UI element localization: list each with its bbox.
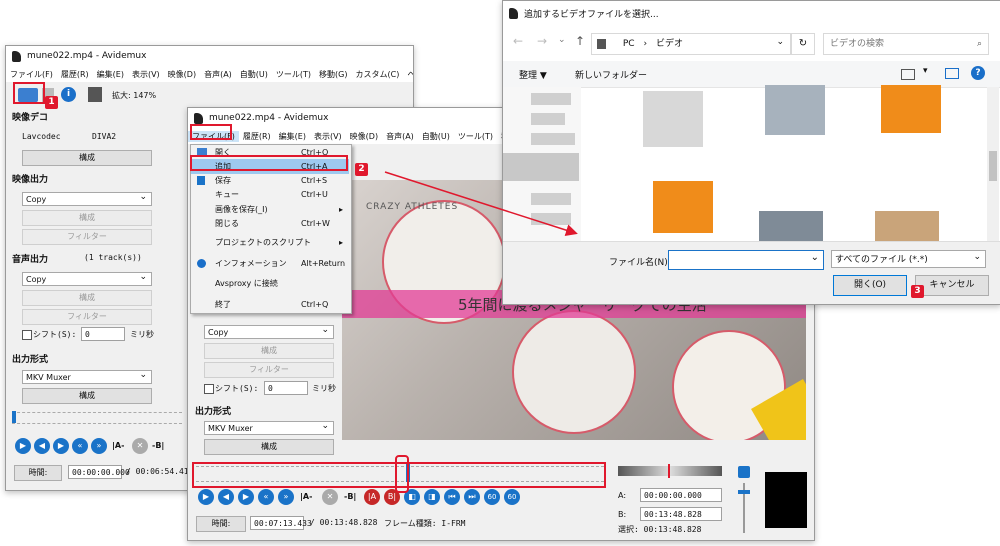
arrow-annotation [384, 171, 578, 236]
arrow-line [384, 171, 578, 236]
